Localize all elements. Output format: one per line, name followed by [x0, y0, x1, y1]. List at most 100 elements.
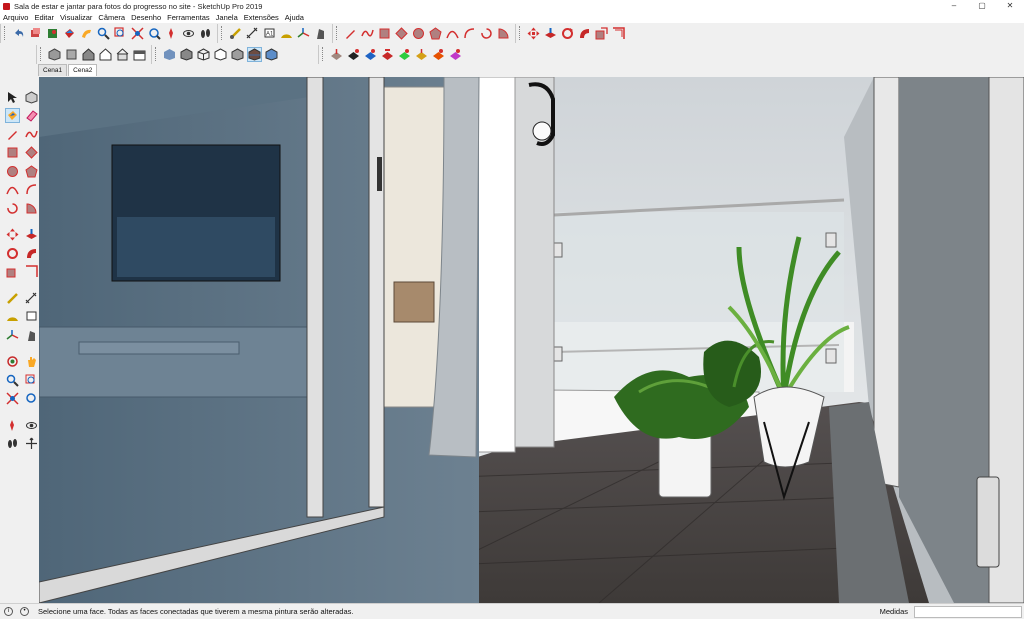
components-icon[interactable]	[29, 27, 42, 40]
back-edges-style-icon[interactable]	[180, 47, 193, 61]
offset-left-icon[interactable]	[25, 265, 38, 278]
push-pull-icon[interactable]	[544, 27, 557, 40]
previous-view-icon[interactable]	[25, 392, 38, 405]
menu-visualizar[interactable]: Visualizar	[60, 13, 92, 22]
close-button[interactable]: ✕	[996, 0, 1024, 12]
terrain-tool-icon[interactable]	[449, 48, 462, 61]
two-point-arc-left-icon[interactable]	[25, 183, 38, 196]
rectangle-left-icon[interactable]	[6, 146, 19, 159]
scale-left-icon[interactable]	[6, 265, 19, 278]
position-camera-left-icon[interactable]	[6, 419, 19, 432]
menu-arquivo[interactable]: Arquivo	[3, 13, 28, 22]
front-view-icon[interactable]	[82, 47, 95, 61]
dimension-left-icon[interactable]	[25, 292, 38, 305]
circle-left-icon[interactable]	[6, 165, 19, 178]
eraser-icon[interactable]	[25, 109, 38, 122]
shaded-with-textures-style-icon[interactable]	[247, 46, 262, 62]
info-icon[interactable]: i	[4, 607, 13, 616]
move-icon[interactable]	[527, 27, 540, 40]
walk-left-icon[interactable]	[6, 437, 19, 450]
toolbar-grip[interactable]	[519, 26, 522, 40]
zoom-window-icon[interactable]	[114, 26, 127, 40]
menu-editar[interactable]: Editar	[34, 13, 54, 22]
zoom-left-icon[interactable]	[6, 374, 19, 387]
sandbox-from-scratch-icon[interactable]	[347, 48, 360, 61]
tape-measure-icon[interactable]	[229, 27, 242, 40]
minimize-button[interactable]: –	[940, 0, 968, 12]
push-pull-left-icon[interactable]	[25, 228, 38, 241]
toolbar-grip[interactable]	[4, 26, 7, 40]
line-icon[interactable]	[6, 128, 19, 141]
axes-left-icon[interactable]	[6, 329, 19, 342]
rotated-rect-left-icon[interactable]	[25, 146, 38, 159]
menu-ferramentas[interactable]: Ferramentas	[167, 13, 210, 22]
tab-cena1[interactable]: Cena1	[38, 64, 68, 76]
move-left-icon[interactable]	[6, 228, 19, 241]
arc-left-icon[interactable]	[6, 183, 19, 196]
polygon-left-icon[interactable]	[25, 165, 38, 178]
pie-icon[interactable]	[497, 27, 510, 40]
xray-style-icon[interactable]	[163, 48, 176, 61]
zoom-extents-icon-2[interactable]	[148, 27, 161, 40]
top-view-icon[interactable]	[65, 48, 78, 61]
polygon-icon[interactable]	[429, 26, 442, 40]
follow-me-left-icon[interactable]	[25, 247, 38, 260]
maximize-button[interactable]: ▢	[968, 0, 996, 12]
make-component-icon[interactable]	[25, 91, 38, 104]
scale-icon[interactable]	[595, 26, 608, 40]
sandbox-from-contours-icon[interactable]	[330, 48, 343, 61]
toolbar-grip[interactable]	[336, 26, 339, 40]
geo-location-icon[interactable]: •	[20, 607, 29, 616]
scene-render[interactable]	[39, 77, 1024, 603]
position-camera-icon[interactable]	[165, 27, 178, 40]
3d-viewport[interactable]	[39, 77, 1024, 603]
rotated-rectangle-icon[interactable]	[395, 26, 408, 40]
follow-me-icon[interactable]	[80, 27, 93, 40]
back-view-icon[interactable]	[116, 47, 129, 61]
section-fill-icon[interactable]	[25, 437, 38, 450]
look-around-icon[interactable]	[182, 27, 195, 40]
undo-icon[interactable]	[12, 27, 25, 40]
wireframe-style-icon[interactable]	[197, 47, 210, 61]
walk-icon[interactable]	[199, 27, 212, 40]
menu-janela[interactable]: Janela	[216, 13, 238, 22]
smoove-icon[interactable]	[364, 48, 377, 61]
offset-icon[interactable]	[612, 26, 625, 40]
zoom-extents-left-icon[interactable]	[6, 392, 19, 405]
monochrome-style-icon[interactable]	[265, 47, 278, 61]
zoom-window-left-icon[interactable]	[25, 374, 38, 387]
select-arrow-icon[interactable]	[6, 91, 19, 104]
paint-bucket-active-icon[interactable]	[5, 108, 20, 124]
arc-icon[interactable]	[446, 27, 459, 40]
zoom-icon[interactable]	[97, 27, 110, 40]
orbit-icon[interactable]	[6, 355, 19, 368]
drape-icon[interactable]	[398, 48, 411, 61]
section-plane-left-icon[interactable]	[25, 329, 38, 342]
circle-icon[interactable]	[412, 27, 425, 40]
pan-icon[interactable]	[25, 355, 38, 368]
toolbar-grip[interactable]	[322, 47, 325, 61]
freehand-left-icon[interactable]	[25, 128, 38, 141]
pencil-icon[interactable]	[344, 27, 357, 40]
pie-left-icon[interactable]	[25, 202, 38, 215]
stamp-icon[interactable]	[381, 48, 394, 61]
section-plane-icon[interactable]	[314, 27, 327, 40]
hidden-line-style-icon[interactable]	[214, 47, 227, 61]
three-point-arc-icon[interactable]	[480, 27, 493, 40]
menu-camera[interactable]: Câmera	[98, 13, 125, 22]
tape-measure-left-icon[interactable]	[6, 292, 19, 305]
iso-view-icon[interactable]	[48, 47, 61, 61]
axes-icon[interactable]	[297, 27, 310, 40]
freehand-icon[interactable]	[361, 27, 374, 40]
materials-icon[interactable]	[46, 27, 59, 40]
two-point-arc-icon[interactable]	[463, 27, 476, 40]
tab-cena2[interactable]: Cena2	[68, 64, 98, 76]
follow-me-tool-icon[interactable]	[578, 27, 591, 40]
left-view-icon[interactable]	[133, 48, 146, 61]
paint-bucket-icon[interactable]	[63, 27, 76, 40]
look-around-left-icon[interactable]	[25, 419, 38, 432]
rotate-icon[interactable]	[561, 27, 574, 40]
three-point-arc-left-icon[interactable]	[6, 202, 19, 215]
zoom-extents-icon[interactable]	[131, 26, 144, 40]
menu-ajuda[interactable]: Ajuda	[285, 13, 304, 22]
